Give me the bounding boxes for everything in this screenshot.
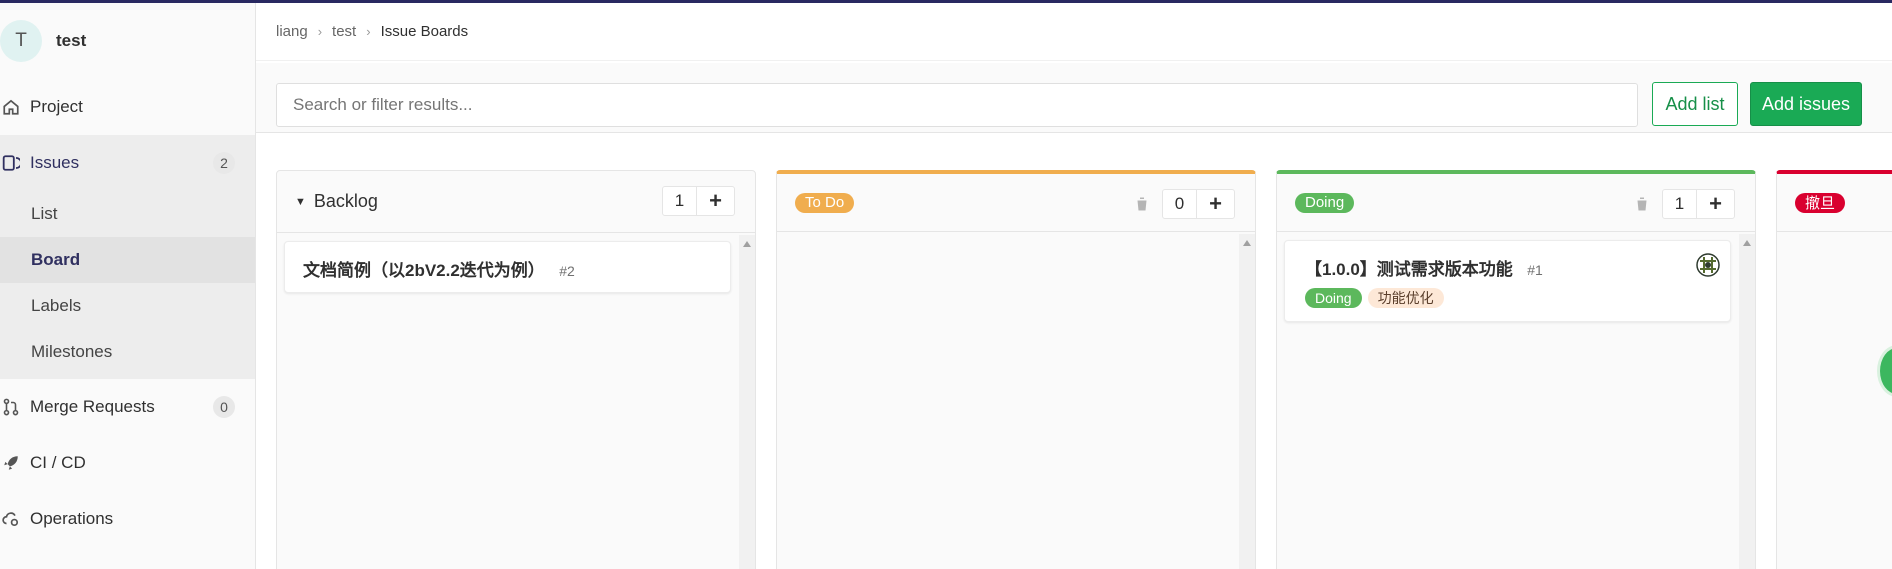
filter-bar: Add list Add issues: [256, 63, 1892, 133]
sidebar-item-issues[interactable]: Issues 2: [0, 135, 255, 191]
issue-label-feature[interactable]: 功能优化: [1367, 288, 1444, 308]
board-lists: ▼ Backlog 1 + 文档简例（以2bV2.2迭代为例） #2 To Do…: [256, 170, 1892, 569]
issue-count: 1: [1663, 190, 1697, 218]
breadcrumb: liang › test › Issue Boards: [256, 3, 1892, 61]
sidebar-subitem-labels[interactable]: Labels: [0, 283, 255, 329]
issues-count-badge: 2: [213, 152, 235, 174]
trash-icon[interactable]: [1135, 196, 1149, 212]
project-name[interactable]: test: [56, 31, 86, 51]
merge-request-icon: [0, 396, 22, 418]
sidebar-item-label: CI / CD: [30, 453, 86, 472]
sidebar-item-project[interactable]: Project: [0, 79, 255, 135]
chevron-right-icon: ›: [366, 24, 371, 39]
sidebar-subitem-board[interactable]: Board: [0, 237, 255, 283]
sidebar-item-ci-cd[interactable]: CI / CD: [0, 435, 255, 491]
home-icon: [0, 96, 22, 118]
sidebar-item-label: Project: [30, 97, 83, 116]
list-count-box: 1 +: [662, 186, 735, 216]
caret-down-icon[interactable]: ▼: [295, 196, 306, 208]
scroll-up-arrow-icon[interactable]: [743, 241, 751, 247]
issue-label-doing[interactable]: Doing: [1305, 288, 1362, 308]
board-list-backlog: ▼ Backlog 1 + 文档简例（以2bV2.2迭代为例） #2: [276, 170, 756, 569]
list-header: Doing 1 +: [1277, 174, 1755, 232]
list-label-todo[interactable]: To Do: [795, 192, 855, 213]
assignee-avatar-icon[interactable]: [1696, 253, 1720, 277]
issues-subnav: List Board Labels Milestones: [0, 191, 255, 379]
sidebar: T test Project Issues 2 List Board Label…: [0, 3, 256, 569]
list-label-doing[interactable]: Doing: [1295, 192, 1355, 213]
scroll-up-arrow-icon[interactable]: [1243, 240, 1251, 246]
rocket-icon: [0, 452, 22, 474]
new-issue-plus-icon[interactable]: +: [1197, 190, 1234, 218]
main-content: liang › test › Issue Boards Add list Add…: [256, 3, 1892, 569]
sidebar-item-label: Operations: [30, 509, 114, 528]
chevron-right-icon: ›: [317, 24, 323, 39]
issues-icon: [0, 152, 22, 174]
search-input[interactable]: [276, 83, 1638, 127]
list-header: 撤旦: [1777, 174, 1892, 232]
issue-title[interactable]: 【1.0.0】测试需求版本功能: [1305, 260, 1513, 279]
issue-card[interactable]: 【1.0.0】测试需求版本功能 #1 Doing 功能优化: [1284, 240, 1731, 322]
issue-labels: Doing 功能优化: [1305, 288, 1710, 308]
add-issues-button[interactable]: Add issues: [1750, 82, 1862, 126]
breadcrumb-item-issue-boards[interactable]: Issue Boards: [381, 23, 469, 40]
list-count-box: 1 +: [1662, 189, 1735, 219]
list-header: To Do 0 +: [777, 174, 1255, 232]
board-list-todo: To Do 0 +: [776, 170, 1256, 569]
issue-card[interactable]: 文档简例（以2bV2.2迭代为例） #2: [284, 241, 731, 293]
add-list-button[interactable]: Add list: [1652, 82, 1738, 126]
issue-count: 1: [663, 187, 697, 215]
scroll-up-arrow-icon[interactable]: [1743, 240, 1751, 246]
board-list-cancelled: 撤旦: [1776, 170, 1892, 569]
breadcrumb-item-liang[interactable]: liang: [276, 23, 308, 40]
list-label-cancelled[interactable]: 撤旦: [1795, 192, 1846, 213]
breadcrumb-item-test[interactable]: test: [332, 23, 356, 40]
new-issue-plus-icon[interactable]: +: [697, 187, 734, 215]
sidebar-item-merge-requests[interactable]: Merge Requests 0: [0, 379, 255, 435]
sidebar-item-operations[interactable]: Operations: [0, 491, 255, 547]
new-issue-plus-icon[interactable]: +: [1697, 190, 1734, 218]
sidebar-subitem-milestones[interactable]: Milestones: [0, 329, 255, 375]
cloud-gear-icon: [0, 508, 22, 530]
issue-number: #2: [559, 263, 575, 279]
board-list-doing: Doing 1 + 【1.0.0】测试需求版本功能 #1 Doing 功能优化: [1276, 170, 1756, 569]
sidebar-subitem-list[interactable]: List: [0, 191, 255, 237]
project-header[interactable]: T test: [0, 3, 255, 79]
trash-icon[interactable]: [1635, 196, 1649, 212]
merge-requests-count-badge: 0: [213, 396, 235, 418]
list-count-box: 0 +: [1162, 189, 1235, 219]
issue-count: 0: [1163, 190, 1197, 218]
list-header: ▼ Backlog 1 +: [277, 171, 755, 233]
issue-title[interactable]: 文档简例（以2bV2.2迭代为例）: [303, 261, 545, 280]
list-scrollbar[interactable]: [739, 235, 755, 569]
list-scrollbar[interactable]: [1739, 234, 1755, 569]
project-avatar[interactable]: T: [0, 20, 42, 62]
issue-number: #1: [1527, 262, 1543, 278]
list-title: Backlog: [313, 191, 378, 211]
list-scrollbar[interactable]: [1239, 234, 1255, 569]
